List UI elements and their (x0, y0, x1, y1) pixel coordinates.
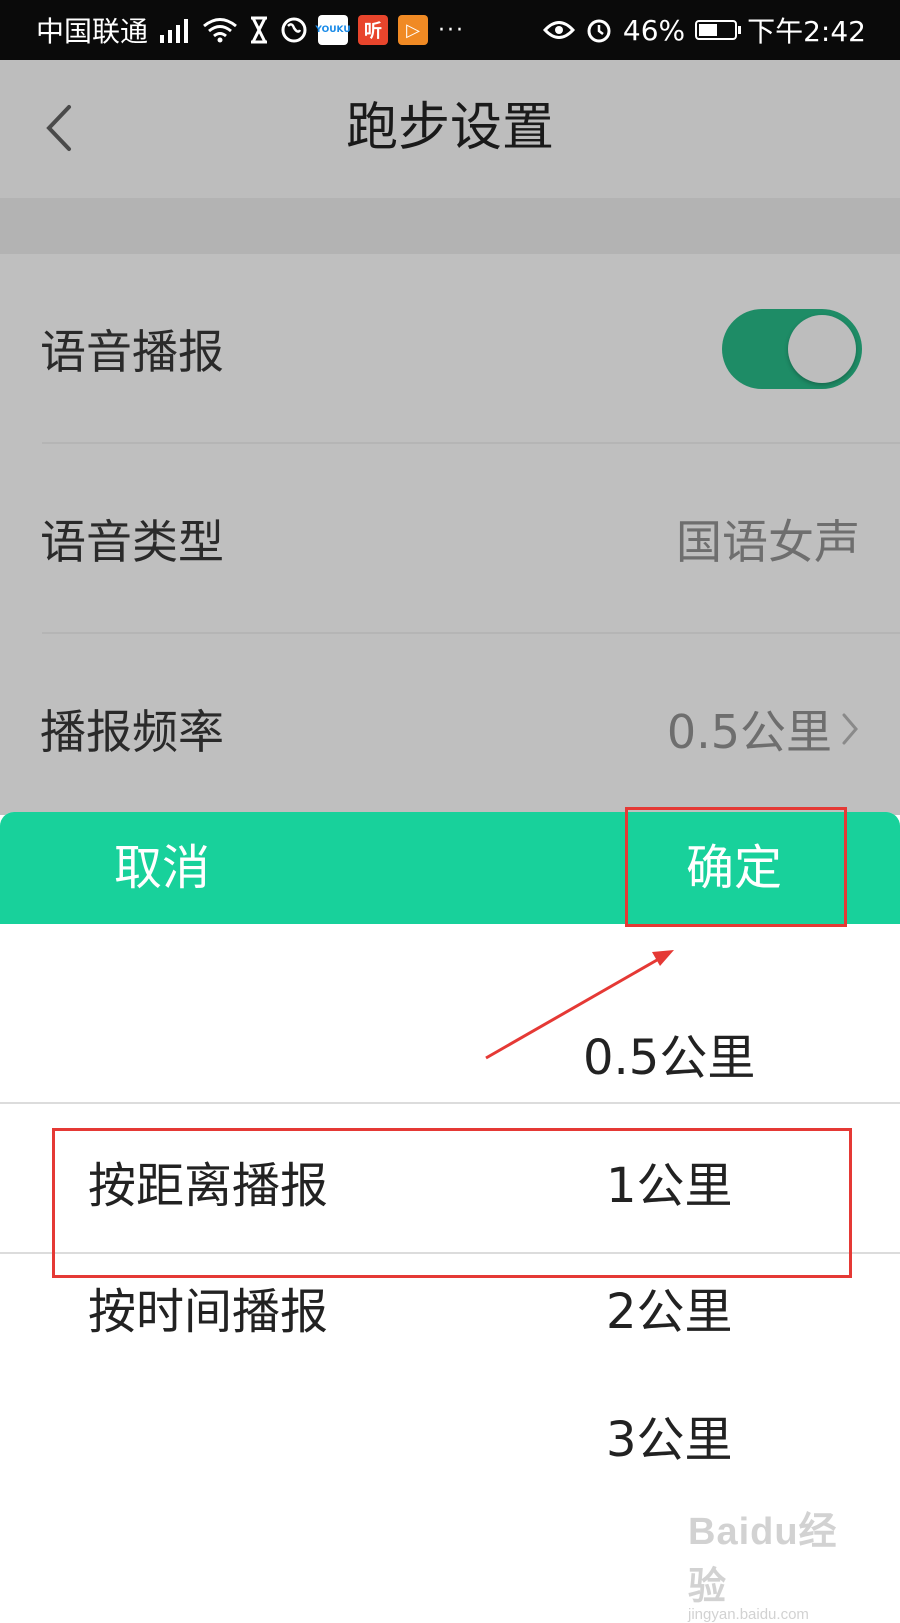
baidu-jingyan-watermark: Baidu经验 jingyan.baidu.com (688, 1500, 858, 1623)
watermark-url: jingyan.baidu.com (688, 1606, 809, 1623)
watermark-brand: Baidu经验 (688, 1511, 838, 1608)
annotation-arrow-icon (485, 950, 674, 1060)
